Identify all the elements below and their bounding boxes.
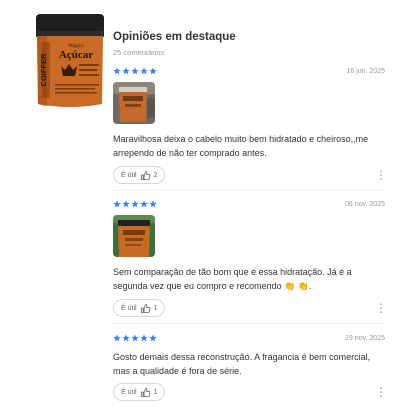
- more-options-icon[interactable]: ⋮: [375, 386, 387, 398]
- product-brand: COIFFER: [39, 53, 48, 86]
- thumbs-up-icon: [140, 170, 150, 180]
- product-name: Açúcar: [59, 49, 93, 61]
- review-divider: [113, 190, 385, 191]
- review-text: Maravilhosa deixa o cabelo muito bem hid…: [113, 134, 369, 158]
- review-item: 16 jun. 2025 Maravilhosa deixa o cabelo …: [113, 66, 387, 184]
- star-icon: [149, 67, 157, 75]
- review-item: 06 nov. 2025 Sem comparação de tão bom q…: [113, 199, 387, 317]
- more-options-icon[interactable]: ⋮: [375, 169, 387, 181]
- review-text: Sem comparação de tão bom que é essa hid…: [113, 267, 352, 291]
- review-photo[interactable]: [113, 82, 155, 124]
- star-icon: [113, 200, 121, 208]
- helpful-count: 1: [153, 304, 158, 312]
- review-date: 06 nov. 2025: [345, 200, 385, 208]
- star-icon: [131, 67, 139, 75]
- star-icon: [131, 200, 139, 208]
- review-date: 16 jun. 2025: [346, 67, 385, 75]
- helpful-button[interactable]: É útil 1: [113, 383, 166, 401]
- star-icon: [113, 334, 121, 342]
- star-icon: [131, 334, 139, 342]
- helpful-button[interactable]: É útil 1: [113, 299, 166, 317]
- star-icon: [140, 200, 148, 208]
- review-text: Gosto demais dessa reconstrução. A fraga…: [113, 352, 371, 376]
- reviews-title: Opiniões em destaque: [113, 31, 236, 43]
- helpful-count: 1: [153, 388, 158, 396]
- star-icon: [149, 334, 157, 342]
- helpful-label: É útil: [121, 304, 137, 312]
- helpful-label: É útil: [121, 388, 137, 396]
- star-icon: [140, 334, 148, 342]
- thumbs-up-icon: [140, 387, 150, 397]
- helpful-count: 2: [153, 171, 158, 179]
- star-icon: [122, 200, 130, 208]
- reviews-count: 25 comentários: [113, 48, 165, 57]
- review-divider: [113, 323, 385, 324]
- star-icon: [140, 67, 148, 75]
- review-item: 19 nov. 2025 Gosto demais dessa reconstr…: [113, 333, 387, 401]
- star-rating: [113, 334, 157, 342]
- star-icon: [122, 334, 130, 342]
- helpful-label: É útil: [121, 171, 137, 179]
- star-icon: [149, 200, 157, 208]
- helpful-button[interactable]: É útil 2: [113, 166, 166, 184]
- review-photo[interactable]: [113, 215, 155, 257]
- star-icon: [122, 67, 130, 75]
- product-image: COIFFER Mágico Açúcar: [36, 14, 104, 107]
- more-options-icon[interactable]: ⋮: [375, 302, 387, 314]
- thumbs-up-icon: [140, 303, 150, 313]
- review-date: 19 nov. 2025: [345, 334, 385, 342]
- reviews-header: Opiniões em destaque 25 comentários: [113, 31, 236, 57]
- star-rating: [113, 67, 157, 75]
- star-rating: [113, 200, 157, 208]
- star-icon: [113, 67, 121, 75]
